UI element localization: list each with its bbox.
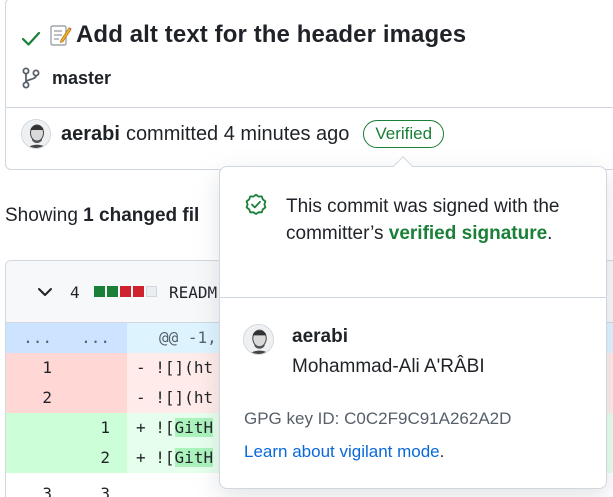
line-number-old[interactable]: 1 <box>6 353 52 383</box>
verified-shield-icon <box>245 193 267 215</box>
chevron-down-icon[interactable] <box>36 285 54 299</box>
branch-row[interactable]: master <box>22 67 111 89</box>
avatar-face-icon <box>22 120 50 148</box>
signer-login[interactable]: aerabi <box>292 326 348 348</box>
learn-row: Learn about vigilant mode. <box>244 442 444 462</box>
line-number-old[interactable]: ... <box>6 323 52 353</box>
commit-header: Add alt text for the header images maste… <box>5 0 613 170</box>
check-icon <box>21 31 41 46</box>
diffstat-block <box>146 286 157 297</box>
changed-files-summary: Showing 1 changed fil <box>5 205 199 227</box>
line-number-old[interactable]: 3 <box>6 473 52 497</box>
commit-title-row: Add alt text for the header images <box>20 21 466 49</box>
signature-popover: This commit was signed with the committe… <box>219 156 607 489</box>
author-row: aerabi committed 4 minutes ago Verified <box>21 119 445 149</box>
card-divider <box>6 107 613 108</box>
author-name[interactable]: aerabi <box>61 123 120 146</box>
change-count: 4 <box>70 283 80 302</box>
popover-message-section: This commit was signed with the committe… <box>220 167 606 298</box>
commit-title: Add alt text for the header images <box>76 21 467 48</box>
code-highlight: GitH <box>174 418 214 437</box>
diffstat <box>94 286 157 297</box>
signer-full-name: Mohammad-Ali A'RÂBI <box>292 356 485 377</box>
git-branch-icon <box>22 67 40 89</box>
diff-marker: + <box>136 448 146 467</box>
diffstat-block <box>107 286 118 297</box>
diffstat-block <box>120 286 131 297</box>
commit-time: committed 4 minutes ago <box>125 122 350 145</box>
avatar-face-icon <box>244 325 273 354</box>
gpg-key-id: C0C2F9C91A262A2D <box>344 409 512 428</box>
avatar[interactable] <box>21 119 51 149</box>
learn-period: . <box>439 442 445 461</box>
file-name[interactable]: READM <box>169 283 217 302</box>
diff-marker: + <box>136 418 146 437</box>
code-text: ![ <box>155 418 175 437</box>
memo-icon <box>50 25 72 46</box>
message-period: . <box>547 223 553 244</box>
diff-marker: - <box>136 358 146 377</box>
line-number-new[interactable]: 2 <box>64 443 110 473</box>
vigilant-mode-link[interactable]: Learn about vigilant mode <box>244 442 440 461</box>
line-number-new[interactable]: 3 <box>64 473 110 497</box>
verified-badge[interactable]: Verified <box>363 120 445 148</box>
line-number-old[interactable]: 2 <box>6 383 52 413</box>
gpg-key-row: GPG key ID: C0C2F9C91A262A2D <box>244 409 511 429</box>
diffstat-block <box>94 286 105 297</box>
branch-name[interactable]: master <box>52 68 111 89</box>
line-number-new[interactable]: ... <box>64 323 110 353</box>
verified-signature-text: verified signature <box>388 223 548 244</box>
code-highlight: GitH <box>174 448 214 467</box>
signer-avatar[interactable] <box>243 324 274 355</box>
code-text: ![](ht <box>155 388 214 407</box>
signature-message: This commit was signed with the committe… <box>286 193 586 247</box>
code-text: ![ <box>155 448 175 467</box>
gpg-label: GPG key ID: <box>244 409 345 428</box>
code-text: ![](ht <box>155 358 214 377</box>
diff-marker: - <box>136 388 146 407</box>
diffstat-block <box>133 286 144 297</box>
summary-prefix: Showing <box>5 205 84 226</box>
summary-changed-count[interactable]: 1 changed fil <box>83 205 199 226</box>
line-number-new[interactable]: 1 <box>64 413 110 443</box>
